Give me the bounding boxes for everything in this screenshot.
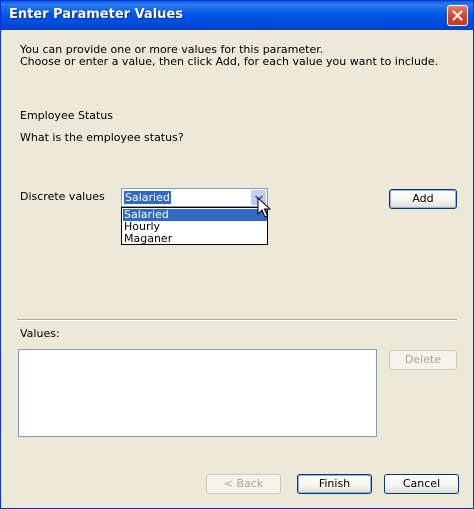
values-label: Values:: [20, 327, 60, 340]
combobox-selected-value: Salaried: [124, 191, 171, 204]
parameter-name: Employee Status: [20, 109, 114, 122]
parameter-prompt: What is the employee status?: [20, 131, 184, 144]
separator: [17, 319, 457, 321]
close-icon: [452, 10, 463, 21]
discrete-values-combobox[interactable]: Salaried: [121, 188, 268, 207]
close-button[interactable]: [447, 5, 468, 26]
delete-button[interactable]: Delete: [389, 350, 457, 370]
dropdown-option-maganer[interactable]: Maganer: [123, 233, 267, 245]
discrete-values-label: Discrete values: [20, 190, 105, 203]
cancel-button[interactable]: Cancel: [384, 474, 459, 494]
window-title: Enter Parameter Values: [9, 7, 183, 22]
values-list[interactable]: [18, 349, 377, 437]
intro-line-2: Choose or enter a value, then click Add,…: [20, 55, 439, 68]
discrete-values-dropdown-list[interactable]: Salaried Hourly Maganer: [121, 207, 268, 245]
title-bar[interactable]: Enter Parameter Values: [1, 1, 473, 30]
mouse-cursor-icon: [257, 197, 271, 218]
add-button[interactable]: Add: [389, 189, 457, 209]
finish-button[interactable]: Finish: [297, 474, 372, 494]
back-button[interactable]: < Back: [206, 474, 281, 494]
enter-parameter-values-dialog: Enter Parameter Values You can provide o…: [0, 0, 474, 509]
